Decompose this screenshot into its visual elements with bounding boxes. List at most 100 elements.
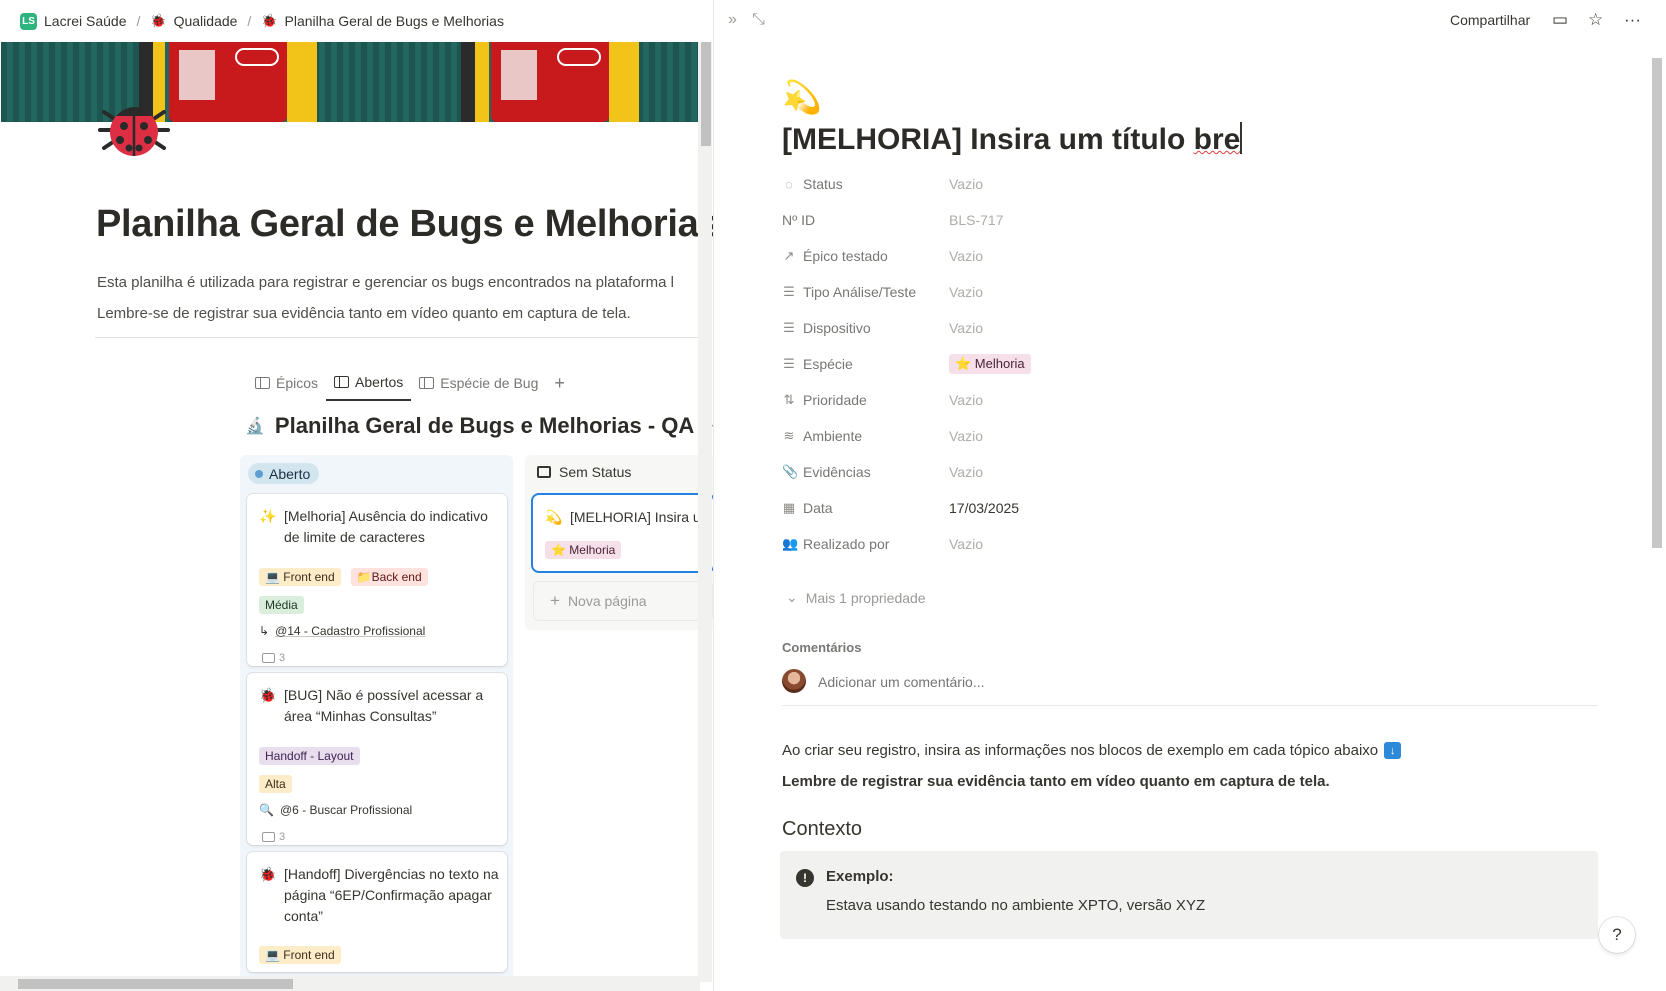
table-icon (255, 377, 270, 389)
comment-input[interactable] (818, 672, 1318, 692)
comments-icon[interactable]: ▭ (1552, 10, 1568, 30)
property-value[interactable]: Vazio (949, 392, 983, 408)
new-page-button[interactable]: + Nova página (533, 581, 713, 621)
property-status[interactable]: ◌ Status Vazio (782, 173, 1582, 195)
card-tags: Handoff - Layout (259, 747, 364, 765)
property-dispositivo[interactable]: ☰ Dispositivo Vazio (782, 317, 1582, 339)
paperclip-icon: 📎 (782, 464, 799, 479)
epic-link[interactable]: @14 - Cadastro Profissional (275, 624, 425, 638)
property-especie[interactable]: ☰ Espécie ⭐ Melhoria (782, 353, 1582, 375)
breadcrumb-label: Lacrei Saúde (44, 13, 127, 29)
dizzy-star-page-icon[interactable]: 💫 (782, 78, 822, 116)
help-button[interactable]: ? (1599, 917, 1635, 953)
card-title: [Handoff] Divergências no texto na págin… (284, 866, 499, 924)
epic-relation-icon: ↳ (259, 624, 270, 638)
avatar (782, 669, 806, 693)
board-card[interactable]: 🐞 [Handoff] Divergências no texto na pág… (247, 852, 507, 972)
comment-icon (262, 832, 275, 842)
tag-melhoria[interactable]: ⭐ Melhoria (949, 354, 1031, 374)
star-icon[interactable]: ☆ (1588, 10, 1603, 30)
vertical-scrollbar[interactable] (698, 42, 712, 982)
epic-link[interactable]: @6 - Buscar Profissional (280, 803, 412, 817)
property-value[interactable]: Vazio (949, 320, 983, 336)
close-peek-icon[interactable]: » (728, 11, 737, 29)
tab-epicos[interactable]: Épicos (247, 365, 326, 401)
status-group-label[interactable]: Aberto (248, 463, 320, 484)
page-title-misspelled: bre (1193, 123, 1241, 156)
callout-text: Estava usando testando no ambiente XPTO,… (826, 897, 1206, 914)
board-card[interactable]: 🐞 [BUG] Não é possível acessar a área “M… (247, 673, 507, 845)
section-heading[interactable]: Contexto (782, 818, 862, 841)
card-epic[interactable]: ↳ @14 - Cadastro Profissional (259, 624, 425, 638)
breadcrumb-workspace[interactable]: LS Lacrei Saúde (20, 12, 127, 30)
database-title[interactable]: 🔬 Planilha Geral de Bugs e Melhorias - Q… (245, 413, 713, 439)
horizontal-scrollbar[interactable] (0, 976, 700, 991)
callout-block[interactable]: ! Exemplo: Estava usando testando no amb… (780, 851, 1598, 939)
property-data[interactable]: ▦ Data 17/03/2025 (782, 497, 1582, 519)
dizzy-star-icon: 💫 (545, 509, 563, 525)
share-button[interactable]: Compartilhar (1450, 12, 1530, 28)
property-prioridade[interactable]: ⇅ Prioridade Vazio (782, 389, 1582, 411)
magnifier-icon: 🔍 (259, 803, 274, 817)
text-caret (1240, 122, 1243, 154)
ladybug-page-icon[interactable] (96, 98, 172, 158)
comment-count-text: 3 (279, 831, 286, 843)
property-tipo-analise[interactable]: ☰ Tipo Análise/Teste Vazio (782, 281, 1582, 303)
property-value[interactable]: Vazio (949, 428, 983, 444)
property-evidencias[interactable]: 📎 Evidências Vazio (782, 461, 1582, 483)
multi-select-icon: ☰ (783, 320, 795, 335)
card-priority: Média (259, 596, 308, 614)
page-title-input[interactable]: [MELHORIA] Insira um título bre (782, 122, 1243, 157)
breadcrumb-label: Qualidade (173, 13, 238, 29)
property-name: Épico testado (803, 248, 888, 264)
property-value[interactable]: Vazio (949, 176, 983, 192)
page-title-text: [MELHORIA] Insira um título (782, 123, 1194, 156)
multi-select-icon: ☰ (783, 356, 795, 371)
card-title: [MELHORIA] Insira u (570, 509, 701, 525)
comment-count: 3 (262, 831, 285, 843)
body-text: Ao criar seu registro, insira as informa… (782, 742, 1379, 759)
page-title[interactable]: Planilha Geral de Bugs e Melhorias (96, 203, 713, 246)
more-options-icon[interactable]: ··· (1624, 10, 1641, 30)
property-value[interactable]: Vazio (949, 248, 983, 264)
property-value[interactable]: 17/03/2025 (949, 500, 1019, 516)
tab-abertos[interactable]: Abertos (326, 365, 412, 401)
body-paragraph[interactable]: Ao criar seu registro, insira as informa… (782, 742, 1402, 759)
property-value[interactable]: Vazio (949, 464, 983, 480)
comment-count-text: 3 (279, 652, 286, 664)
body-paragraph-bold[interactable]: Lembre de registrar sua evidência tanto … (782, 773, 1330, 790)
expand-icon[interactable]: ⤡ (752, 11, 765, 29)
property-value[interactable]: Vazio (949, 536, 983, 552)
more-properties-toggle[interactable]: ⌄ Mais 1 propriedade (786, 589, 926, 606)
card-tags: ⭐ Melhoria (545, 541, 625, 559)
breadcrumb-qualidade[interactable]: 🐞 Qualidade (150, 13, 237, 29)
board-card[interactable]: ✨ [Melhoria] Ausência do indicativo de l… (247, 494, 507, 666)
property-name: Evidências (803, 464, 871, 480)
card-epic[interactable]: 🔍 @6 - Buscar Profissional (259, 803, 412, 817)
board-card-selected[interactable]: 💫 [MELHORIA] Insira u ⭐ Melhoria (533, 495, 713, 571)
more-properties-label: Mais 1 propriedade (805, 589, 926, 606)
tab-especie-de-bug[interactable]: Espécie de Bug (411, 365, 546, 401)
status-group-text: Sem Status (559, 464, 632, 480)
property-epico-testado[interactable]: ↗ Épico testado Vazio (782, 245, 1582, 267)
property-value[interactable]: Vazio (949, 284, 983, 300)
plus-icon: + (550, 591, 560, 610)
status-group-label[interactable]: Sem Status (537, 464, 631, 480)
people-icon: 👥 (782, 536, 799, 551)
page-description[interactable]: Esta planilha é utilizada para registrar… (97, 274, 674, 291)
breadcrumb-current-page[interactable]: 🐞 Planilha Geral de Bugs e Melhorias (261, 13, 504, 29)
chevron-down-icon: ⌄ (786, 589, 798, 605)
property-name: Data (803, 500, 833, 516)
property-realizado-por[interactable]: 👥 Realizado por Vazio (782, 533, 1582, 555)
board-column-sem-status: Sem Status 💫 [MELHORIA] Insira u ⭐ Melho… (525, 455, 713, 630)
comment-count: 3 (262, 652, 285, 664)
property-ambiente[interactable]: ≋ Ambiente Vazio (782, 425, 1582, 447)
down-arrow-icon: ↓ (1384, 742, 1402, 759)
sort-arrows-icon: ⇅ (783, 392, 795, 407)
board-icon (419, 377, 435, 389)
add-view-button[interactable]: + (546, 365, 573, 401)
page-description[interactable]: Lembre-se de registrar sua evidência tan… (97, 305, 631, 322)
microscope-icon: 🔬 (245, 418, 265, 435)
property-id[interactable]: Nº ID BLS-717 (782, 209, 1582, 231)
vertical-scrollbar[interactable] (1650, 58, 1664, 548)
